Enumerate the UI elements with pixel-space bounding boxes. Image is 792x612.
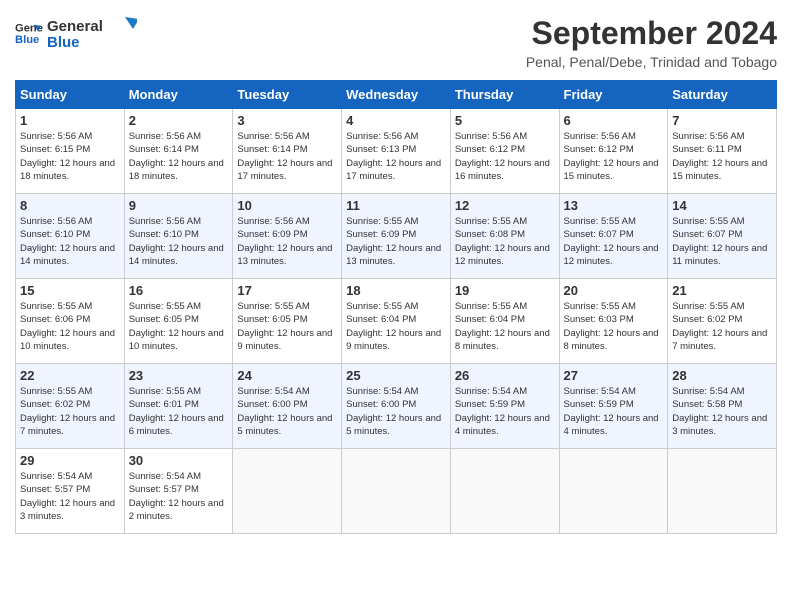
svg-text:General: General [47, 18, 103, 35]
day-cell-5: 5 Sunrise: 5:56 AMSunset: 6:12 PMDayligh… [450, 109, 559, 194]
day-cell-22: 22 Sunrise: 5:55 AMSunset: 6:02 PMDaylig… [16, 364, 125, 449]
week-row-1: 1Sunrise: 5:56 AMSunset: 6:15 PMDaylight… [16, 109, 777, 194]
week-row-4: 22 Sunrise: 5:55 AMSunset: 6:02 PMDaylig… [16, 364, 777, 449]
day-cell-10: 10 Sunrise: 5:56 AMSunset: 6:09 PMDaylig… [233, 194, 342, 279]
day-cell-27: 27 Sunrise: 5:54 AMSunset: 5:59 PMDaylig… [559, 364, 668, 449]
day-cell-11: 11 Sunrise: 5:55 AMSunset: 6:09 PMDaylig… [342, 194, 451, 279]
day-cell-15: 15 Sunrise: 5:55 AMSunset: 6:06 PMDaylig… [16, 279, 125, 364]
day-cell-6: 6 Sunrise: 5:56 AMSunset: 6:12 PMDayligh… [559, 109, 668, 194]
day-cell-19: 19 Sunrise: 5:55 AMSunset: 6:04 PMDaylig… [450, 279, 559, 364]
subtitle: Penal, Penal/Debe, Trinidad and Tobago [526, 54, 777, 70]
day-cell-23: 23 Sunrise: 5:55 AMSunset: 6:01 PMDaylig… [124, 364, 233, 449]
col-thursday: Thursday [450, 81, 559, 109]
empty-cell: 2Sunrise: 5:56 AMSunset: 6:14 PMDaylight… [124, 109, 233, 194]
day-cell-13: 13 Sunrise: 5:55 AMSunset: 6:07 PMDaylig… [559, 194, 668, 279]
day-cell-24: 24 Sunrise: 5:54 AMSunset: 6:00 PMDaylig… [233, 364, 342, 449]
empty-cell [233, 449, 342, 534]
day-cell-7: 7 Sunrise: 5:56 AMSunset: 6:11 PMDayligh… [668, 109, 777, 194]
day-cell-20: 20 Sunrise: 5:55 AMSunset: 6:03 PMDaylig… [559, 279, 668, 364]
day-cell-18: 18 Sunrise: 5:55 AMSunset: 6:04 PMDaylig… [342, 279, 451, 364]
day-cell-30: 30 Sunrise: 5:54 AMSunset: 5:57 PMDaylig… [124, 449, 233, 534]
svg-text:Blue: Blue [47, 34, 80, 51]
empty-cell: 1Sunrise: 5:56 AMSunset: 6:15 PMDaylight… [16, 109, 125, 194]
day-cell-26: 26 Sunrise: 5:54 AMSunset: 5:59 PMDaylig… [450, 364, 559, 449]
col-friday: Friday [559, 81, 668, 109]
page-container: General Blue General Blue September 2024… [15, 15, 777, 534]
col-wednesday: Wednesday [342, 81, 451, 109]
empty-cell [559, 449, 668, 534]
col-tuesday: Tuesday [233, 81, 342, 109]
logo-icon: General Blue [15, 19, 43, 47]
col-monday: Monday [124, 81, 233, 109]
day-cell-16: 16 Sunrise: 5:55 AMSunset: 6:05 PMDaylig… [124, 279, 233, 364]
header-row: Sunday Monday Tuesday Wednesday Thursday… [16, 81, 777, 109]
empty-cell [342, 449, 451, 534]
title-area: September 2024 Penal, Penal/Debe, Trinid… [526, 15, 777, 70]
logo-svg: General Blue [47, 15, 137, 51]
day-cell-8: 8 Sunrise: 5:56 AMSunset: 6:10 PMDayligh… [16, 194, 125, 279]
day-cell-28: 28 Sunrise: 5:54 AMSunset: 5:58 PMDaylig… [668, 364, 777, 449]
logo: General Blue General Blue [15, 15, 137, 51]
empty-cell [668, 449, 777, 534]
day-cell-21: 21 Sunrise: 5:55 AMSunset: 6:02 PMDaylig… [668, 279, 777, 364]
day-cell-3: 3 Sunrise: 5:56 AMSunset: 6:14 PMDayligh… [233, 109, 342, 194]
day-cell-25: 25 Sunrise: 5:54 AMSunset: 6:00 PMDaylig… [342, 364, 451, 449]
day-cell-29: 29 Sunrise: 5:54 AMSunset: 5:57 PMDaylig… [16, 449, 125, 534]
header: General Blue General Blue September 2024… [15, 15, 777, 70]
svg-text:Blue: Blue [15, 34, 39, 46]
day-cell-4: 4 Sunrise: 5:56 AMSunset: 6:13 PMDayligh… [342, 109, 451, 194]
week-row-2: 8 Sunrise: 5:56 AMSunset: 6:10 PMDayligh… [16, 194, 777, 279]
day-cell-14: 14 Sunrise: 5:55 AMSunset: 6:07 PMDaylig… [668, 194, 777, 279]
calendar-table: Sunday Monday Tuesday Wednesday Thursday… [15, 80, 777, 534]
col-saturday: Saturday [668, 81, 777, 109]
week-row-5: 29 Sunrise: 5:54 AMSunset: 5:57 PMDaylig… [16, 449, 777, 534]
day-cell-9: 9 Sunrise: 5:56 AMSunset: 6:10 PMDayligh… [124, 194, 233, 279]
day-cell-17: 17 Sunrise: 5:55 AMSunset: 6:05 PMDaylig… [233, 279, 342, 364]
empty-cell [450, 449, 559, 534]
week-row-3: 15 Sunrise: 5:55 AMSunset: 6:06 PMDaylig… [16, 279, 777, 364]
col-sunday: Sunday [16, 81, 125, 109]
day-cell-12: 12 Sunrise: 5:55 AMSunset: 6:08 PMDaylig… [450, 194, 559, 279]
month-title: September 2024 [526, 15, 777, 52]
